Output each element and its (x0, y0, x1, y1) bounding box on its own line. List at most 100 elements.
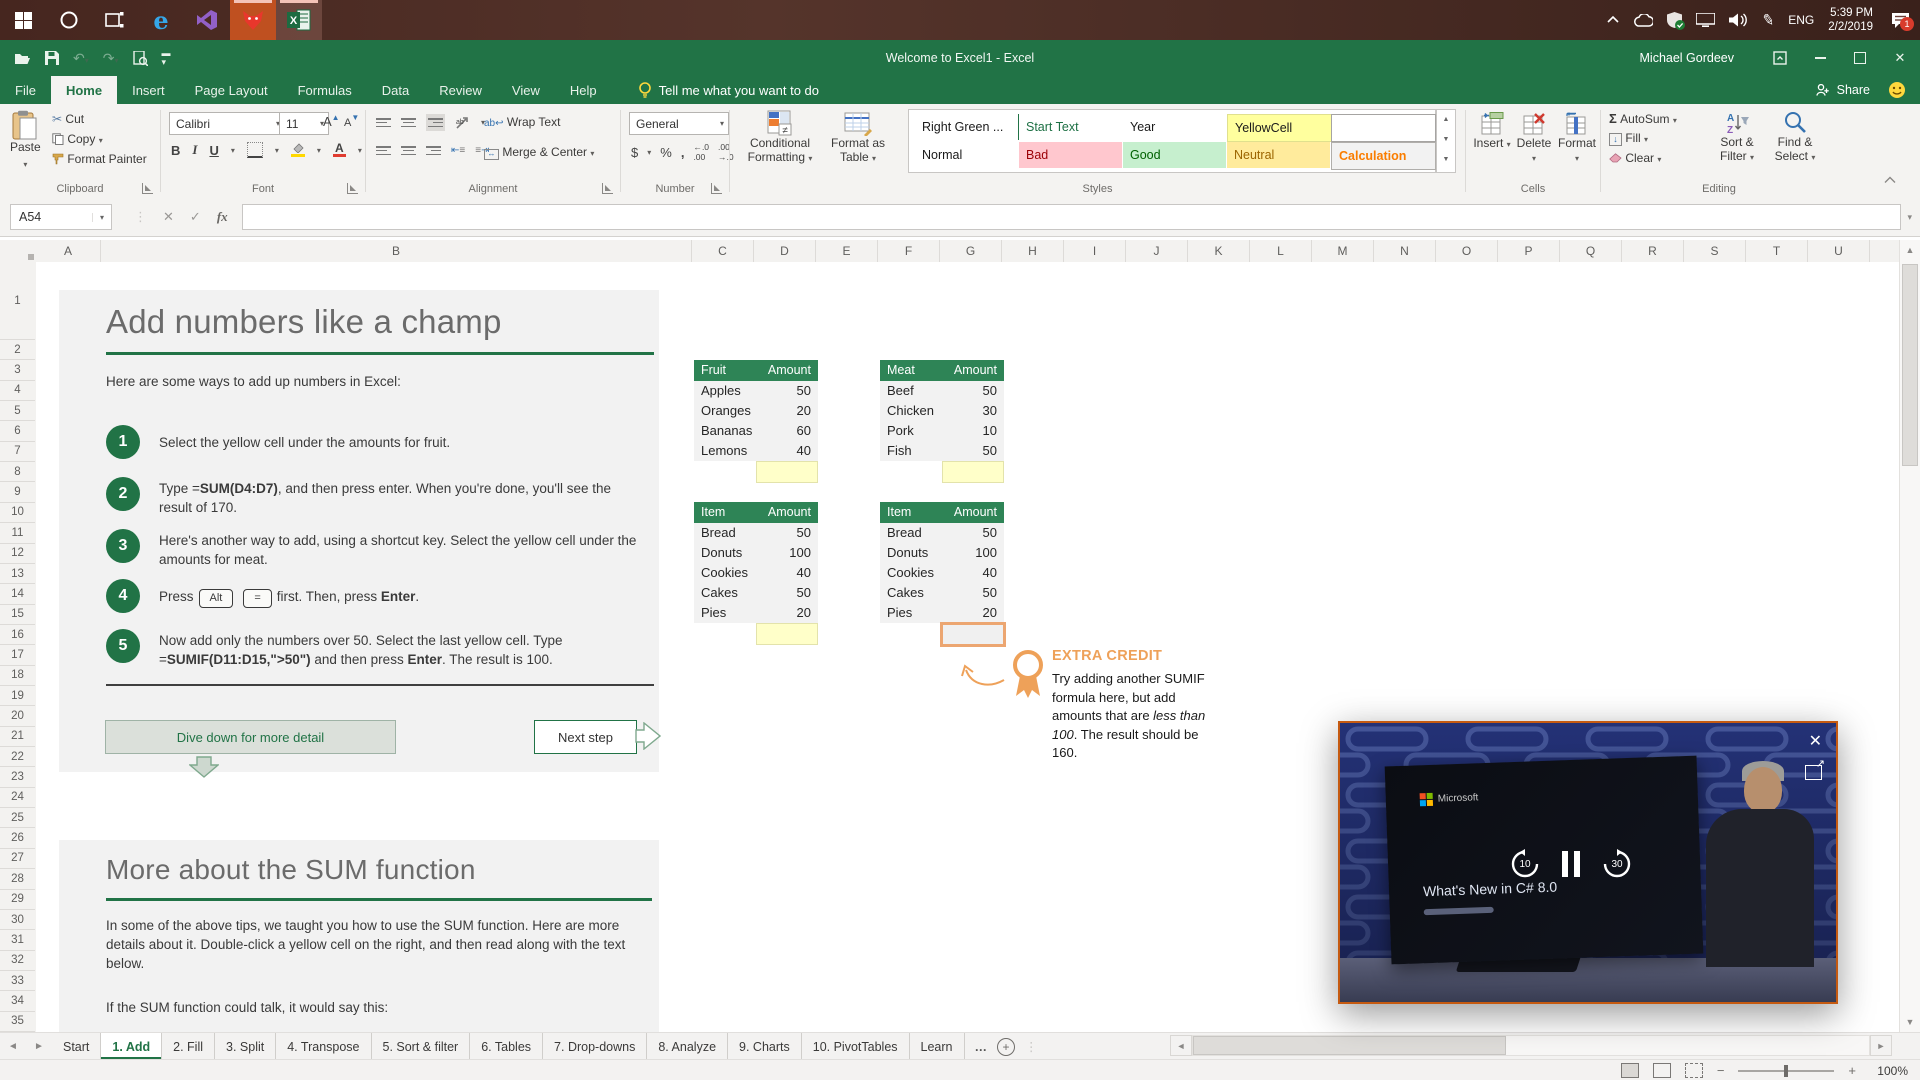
bold-button[interactable]: B (171, 143, 180, 158)
sheet-overflow-ellipsis[interactable]: … (975, 1040, 988, 1054)
cortana-icon[interactable] (46, 0, 92, 40)
wrap-text-button[interactable]: ab↩ Wrap Text (484, 115, 560, 129)
customize-qat-icon[interactable]: ▬▾ (162, 49, 171, 67)
normal-view-icon[interactable] (1621, 1063, 1639, 1078)
sheet-tab-7-drop-downs[interactable]: 7. Drop-downs (543, 1033, 647, 1060)
sheet-tab-2-fill[interactable]: 2. Fill (162, 1033, 215, 1060)
row-header-10[interactable]: 10 (0, 503, 35, 523)
clipboard-dialog-launcher-icon[interactable] (142, 183, 153, 194)
zoom-slider-thumb[interactable] (1784, 1065, 1788, 1077)
find-select-button[interactable]: Find &Select ▾ (1769, 111, 1821, 165)
print-preview-icon[interactable] (133, 51, 148, 66)
video-close-icon[interactable]: ✕ (1809, 731, 1822, 751)
row-header-25[interactable]: 25 (0, 808, 35, 828)
zoom-in-icon[interactable]: + (1848, 1063, 1856, 1078)
sort-filter-button[interactable]: AZ Sort &Filter ▾ (1711, 111, 1763, 165)
row-header-33[interactable]: 33 (0, 971, 35, 991)
ribbon-display-options-icon[interactable] (1760, 40, 1800, 76)
name-box[interactable]: A54 ▾ (10, 204, 112, 230)
sheet-tab-3-split[interactable]: 3. Split (215, 1033, 276, 1060)
table-row[interactable]: Donuts100 (694, 543, 818, 563)
paste-button[interactable]: Paste▾ (10, 110, 41, 172)
column-header-T[interactable]: T (1746, 240, 1808, 262)
forward-30-button[interactable]: 30 (1602, 849, 1632, 879)
collapse-ribbon-icon[interactable] (1884, 176, 1898, 186)
row-header-27[interactable]: 27 (0, 849, 35, 869)
column-header-M[interactable]: M (1312, 240, 1374, 262)
ribbon-tab-data[interactable]: Data (367, 76, 424, 104)
sheet-tab-6-tables[interactable]: 6. Tables (470, 1033, 543, 1060)
grow-font-icon[interactable]: A▲ (323, 113, 340, 129)
decrease-indent-icon[interactable]: ⇤≡ (451, 145, 465, 156)
vscroll-down-icon[interactable]: ▼ (1900, 1012, 1920, 1032)
row-header-26[interactable]: 26 (0, 828, 35, 848)
row-header-16[interactable]: 16 (0, 625, 35, 645)
cell-style-yellowcell[interactable]: YellowCell (1227, 114, 1332, 142)
font-name-combo[interactable]: Calibri▾ (169, 112, 285, 135)
ribbon-tab-formulas[interactable]: Formulas (283, 76, 367, 104)
align-bottom-icon[interactable] (426, 114, 445, 131)
format-as-table-button[interactable]: Format asTable ▾ (822, 110, 894, 166)
column-header-G[interactable]: G (940, 240, 1002, 262)
font-size-combo[interactable]: 11▾ (279, 112, 329, 135)
hscroll-thumb[interactable] (1193, 1036, 1506, 1055)
save-icon[interactable] (45, 51, 59, 65)
video-overlay[interactable]: Microsoft What's New in C# 8.0 10 30 ✕ (1338, 721, 1838, 1004)
column-header-K[interactable]: K (1188, 240, 1250, 262)
fill-button[interactable]: ↓ Fill ▾ (1609, 131, 1648, 146)
row-header-5[interactable]: 5 (0, 401, 35, 421)
align-middle-icon[interactable] (401, 116, 416, 129)
sheet-tab-1-add[interactable]: 1. Add (101, 1033, 162, 1060)
ribbon-tab-file[interactable]: File (0, 76, 51, 104)
borders-dropdown[interactable]: ▾ (275, 146, 279, 155)
table-row[interactable]: Fish50 (880, 441, 1004, 461)
row-header-18[interactable]: 18 (0, 666, 35, 686)
row-header-20[interactable]: 20 (0, 706, 35, 726)
visual-studio-icon[interactable] (184, 0, 230, 40)
ribbon-tab-home[interactable]: Home (51, 76, 117, 104)
sheet-tab-learn[interactable]: Learn (910, 1033, 965, 1060)
column-header-H[interactable]: H (1002, 240, 1064, 262)
column-header-P[interactable]: P (1498, 240, 1560, 262)
column-header-L[interactable]: L (1250, 240, 1312, 262)
table-row[interactable]: Pies20 (880, 603, 1004, 623)
excel-taskbar-icon[interactable]: X (276, 0, 322, 40)
sheet-tab-start[interactable]: Start (52, 1033, 101, 1060)
fill-color-dropdown[interactable]: ▾ (317, 146, 321, 155)
row-header-30[interactable]: 30 (0, 910, 35, 930)
table-row[interactable]: Chicken30 (880, 401, 1004, 421)
fox-app-icon[interactable] (230, 0, 276, 40)
row-header-34[interactable]: 34 (0, 991, 35, 1011)
row-header-23[interactable]: 23 (0, 767, 35, 787)
merge-center-button[interactable]: ↔ Merge & Center ▾ (484, 145, 594, 160)
column-header-Q[interactable]: Q (1560, 240, 1622, 262)
row-header-21[interactable]: 21 (0, 727, 35, 747)
row-header-22[interactable]: 22 (0, 747, 35, 767)
undo-icon[interactable]: ↶▾ (73, 51, 89, 65)
sheet-nav-left-icon[interactable]: ◄ (0, 1033, 26, 1060)
start-button-icon[interactable] (0, 0, 46, 40)
align-left-icon[interactable] (376, 144, 391, 157)
restore-button[interactable] (1840, 40, 1880, 76)
row-header-24[interactable]: 24 (0, 788, 35, 808)
ribbon-tab-help[interactable]: Help (555, 76, 612, 104)
underline-button[interactable]: U (209, 143, 218, 158)
cell-style-right-green-[interactable]: Right Green ... (915, 114, 1019, 140)
align-center-icon[interactable] (401, 144, 416, 157)
row-header-28[interactable]: 28 (0, 869, 35, 889)
table-row[interactable]: Bananas60 (694, 421, 818, 441)
table-row[interactable]: Pork10 (880, 421, 1004, 441)
accounting-format-icon[interactable]: $ (631, 145, 638, 160)
clear-button[interactable]: Clear ▾ (1609, 151, 1661, 165)
format-cells-button[interactable]: Format ▾ (1556, 112, 1598, 166)
action-center-icon[interactable]: 1 (1891, 12, 1910, 29)
vscroll-up-icon[interactable]: ▲ (1900, 240, 1920, 260)
vertical-scrollbar[interactable]: ▲ ▼ (1899, 240, 1920, 1032)
row-header-32[interactable]: 32 (0, 951, 35, 971)
font-color-icon[interactable]: A (333, 143, 346, 158)
comma-style-icon[interactable]: , (681, 145, 685, 160)
onedrive-icon[interactable] (1633, 14, 1653, 27)
shrink-font-icon[interactable]: A▼ (344, 113, 359, 129)
number-format-combo[interactable]: General▾ (629, 112, 729, 135)
column-header-S[interactable]: S (1684, 240, 1746, 262)
